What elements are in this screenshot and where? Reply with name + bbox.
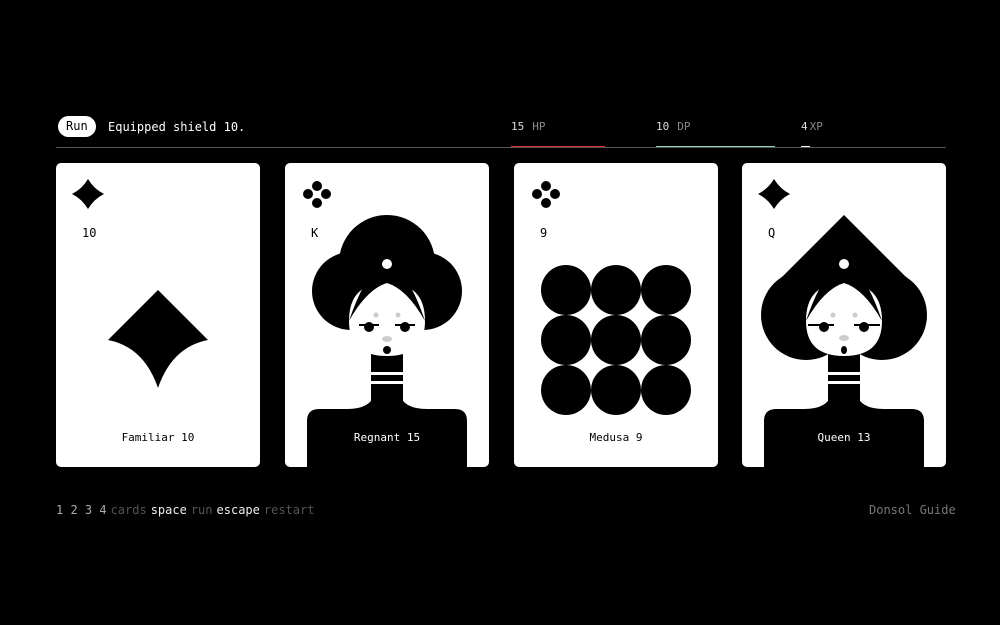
hint-space: space — [150, 503, 187, 517]
hint-keys-desc: cards — [110, 503, 147, 517]
controls-hint: 1 2 3 4 cards space run escape restart — [56, 503, 318, 517]
xp-stat: 4 XP — [801, 120, 823, 133]
club-suit-icon — [303, 181, 331, 208]
status-bar: Run Equipped shield 10. 15 HP 10 DP 4 XP — [56, 116, 946, 148]
card-4[interactable]: Q Queen 13 — [742, 163, 946, 467]
header-divider — [56, 147, 946, 148]
card-name: Medusa 9 — [589, 431, 643, 444]
diamond-large-icon — [108, 290, 208, 388]
diamond-suit-icon — [758, 179, 790, 209]
card-name: Regnant 15 — [353, 431, 421, 444]
card-2-art — [303, 181, 467, 467]
hp-stat: 15 HP — [511, 120, 546, 133]
diamond-suit-icon — [72, 179, 104, 209]
xp-label: XP — [809, 120, 823, 133]
card-value: 10 — [82, 226, 97, 240]
hint-escape-desc: restart — [263, 503, 315, 517]
hint-space-desc: run — [190, 503, 213, 517]
status-message: Equipped shield 10. — [108, 120, 246, 134]
guide-link[interactable]: Donsol Guide — [869, 503, 956, 517]
card-value: K — [311, 226, 319, 240]
hp-value: 15 — [511, 120, 525, 133]
card-1[interactable]: 10 Familiar 10 — [56, 163, 260, 467]
card-3-art — [532, 181, 691, 415]
card-4-art — [758, 179, 927, 467]
hp-label: HP — [532, 120, 546, 133]
hint-keys: 1 2 3 4 — [56, 503, 107, 517]
dp-value: 10 — [656, 120, 670, 133]
nine-circles-icon — [541, 265, 691, 415]
hint-escape: escape — [216, 503, 260, 517]
king-portrait-icon — [307, 215, 467, 467]
run-button[interactable]: Run — [58, 116, 96, 137]
queen-portrait-icon — [761, 215, 927, 467]
card-value: Q — [768, 226, 776, 240]
club-suit-icon — [532, 181, 560, 208]
xp-value: 4 — [801, 120, 808, 133]
dp-label: DP — [677, 120, 691, 133]
card-3[interactable]: 9 Medusa 9 — [514, 163, 718, 467]
card-name: Queen 13 — [817, 431, 871, 444]
dp-stat: 10 DP — [656, 120, 691, 133]
card-2[interactable]: K Regnant 15 — [285, 163, 489, 467]
card-1-art — [72, 179, 208, 388]
card-value: 9 — [540, 226, 548, 240]
card-name: Familiar 10 — [121, 431, 195, 444]
